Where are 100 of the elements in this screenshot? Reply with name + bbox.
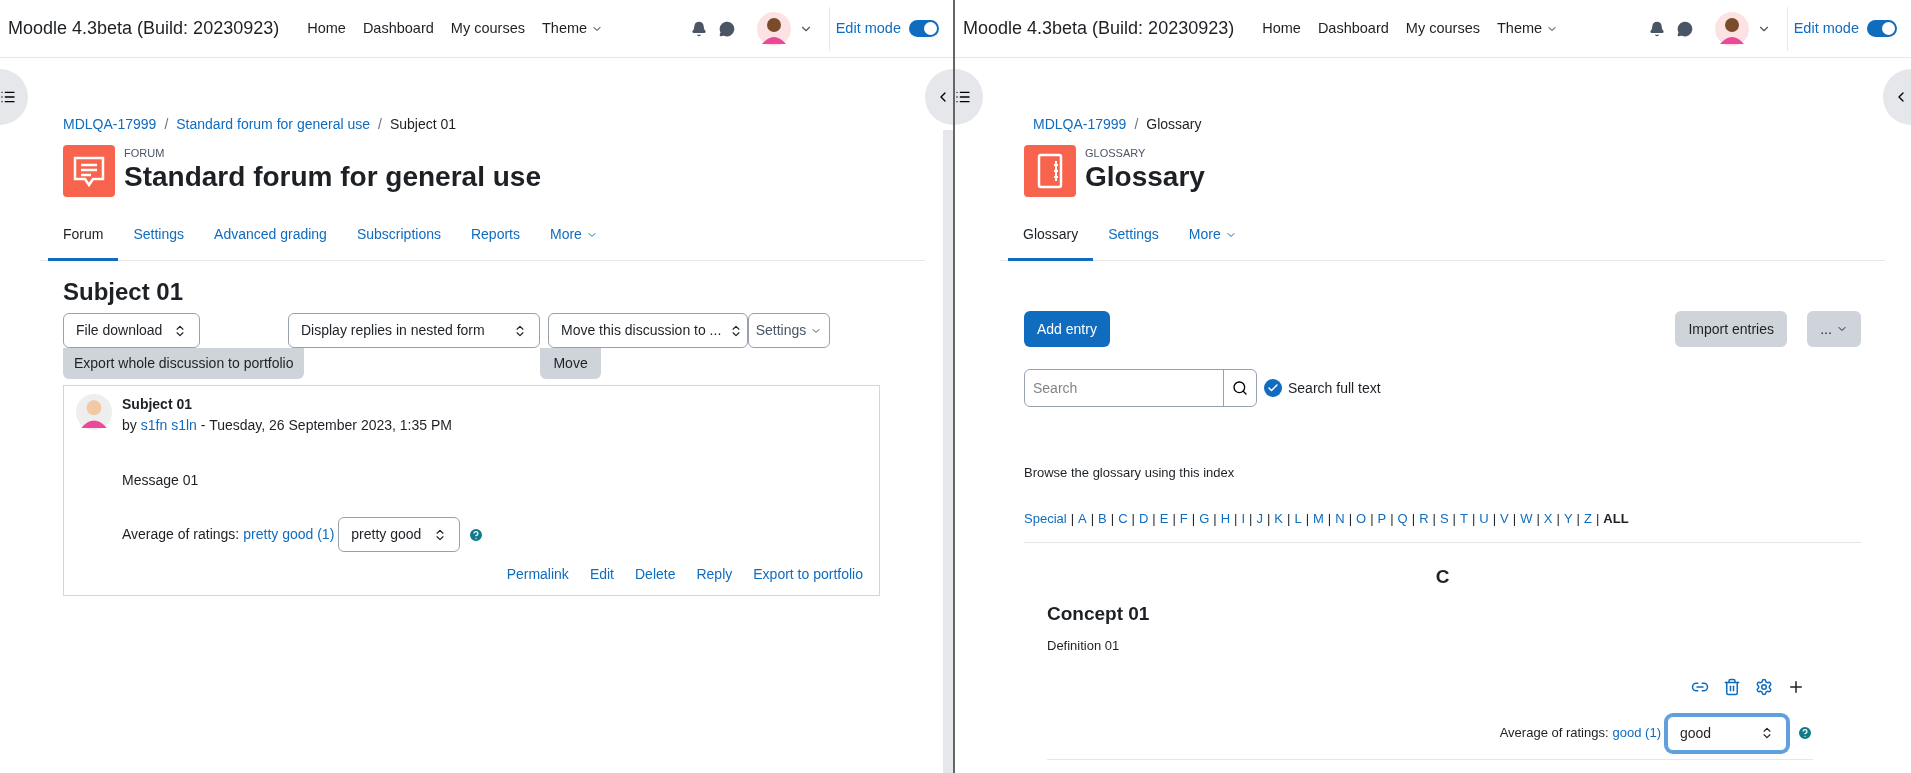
add-entry-button[interactable]: Add entry (1024, 311, 1110, 347)
index-letter-link[interactable]: B (1098, 508, 1107, 528)
discussion-title: Subject 01 (63, 277, 185, 307)
nav-tab[interactable]: Settings (118, 211, 200, 261)
index-letter-link[interactable]: X (1543, 508, 1553, 528)
author-link[interactable]: s1fn s1ln (140, 415, 197, 436)
check-icon (1267, 382, 1279, 394)
post-subject: Subject 01 (122, 395, 194, 414)
nav-link[interactable]: Theme (1496, 17, 1559, 40)
nav-tab[interactable]: Reports (455, 211, 535, 261)
rating-select[interactable]: good (1667, 715, 1787, 751)
index-letter-link[interactable]: D (1138, 508, 1149, 528)
trash-icon[interactable] (1723, 677, 1741, 696)
index-letter-link[interactable]: S (1439, 508, 1449, 528)
nav-link[interactable]: Theme (541, 17, 604, 40)
index-letter-link[interactable]: E (1159, 508, 1169, 528)
nav-tab[interactable]: Settings (1093, 211, 1174, 261)
help-icon[interactable] (468, 526, 485, 543)
index-letter-link[interactable]: K (1274, 508, 1283, 528)
nav-tab[interactable]: Glossary (1008, 211, 1094, 261)
edit-mode-toggle[interactable] (1867, 20, 1897, 37)
avatar-icon (756, 11, 791, 46)
index-letter-link[interactable]: V (1500, 508, 1509, 528)
post-action-link[interactable]: Permalink (506, 564, 569, 585)
index-letter-link[interactable]: Z (1583, 508, 1592, 528)
index-separator: | (1327, 509, 1332, 528)
move-discussion-select[interactable]: Move this discussion to ... (548, 313, 748, 348)
breadcrumb-link[interactable]: MDLQA-17999 (63, 114, 157, 135)
site-name[interactable]: Moodle 4.3beta (Build: 20230923) (963, 15, 1235, 42)
import-entries-button[interactable]: Import entries (1675, 311, 1787, 347)
index-separator: | (1556, 509, 1560, 528)
forum-icon (63, 145, 115, 197)
nav-tab[interactable]: Advanced grading (199, 211, 342, 261)
index-letter-link[interactable]: Q (1397, 508, 1408, 528)
avatar-icon (76, 394, 112, 430)
move-button[interactable]: Move (540, 348, 601, 379)
index-letter-link[interactable]: M (1313, 508, 1324, 528)
index-letter-link[interactable]: ALL (1603, 508, 1629, 528)
index-letter-link[interactable]: J (1256, 508, 1263, 528)
nav-link[interactable]: Home (1262, 17, 1301, 40)
site-name[interactable]: Moodle 4.3beta (Build: 20230923) (8, 15, 280, 42)
index-letter-link[interactable]: T (1459, 508, 1468, 528)
index-letter-link[interactable]: F (1179, 508, 1188, 528)
list-icon (0, 89, 16, 105)
activity-type-label: FORUM (124, 148, 166, 159)
post-action-link[interactable]: Export to portfolio (753, 564, 863, 585)
index-letter-link[interactable]: C (1118, 508, 1128, 528)
nav-tab[interactable]: More (535, 211, 613, 261)
index-separator: | (1390, 509, 1394, 528)
index-separator: | (1152, 509, 1156, 528)
index-separator: | (1266, 509, 1271, 528)
post-date: - Tuesday, 26 September 2023, 1:35 PM (200, 416, 452, 435)
nav-link[interactable]: Home (307, 17, 346, 40)
breadcrumb-link[interactable]: MDLQA-17999 (1033, 114, 1127, 135)
help-icon[interactable] (1797, 725, 1813, 741)
settings-menu-button[interactable]: Settings (748, 313, 830, 348)
index-letter-link[interactable]: U (1479, 508, 1489, 528)
settings-icon[interactable] (1755, 677, 1773, 696)
file-download-select[interactable]: File download (63, 313, 200, 348)
index-letter-link[interactable]: W (1520, 508, 1533, 528)
index-separator: | (1348, 509, 1353, 528)
more-actions-button[interactable]: ... (1807, 311, 1861, 347)
index-letter-link[interactable]: I (1241, 508, 1246, 528)
index-letter-link[interactable]: H (1220, 508, 1231, 528)
index-letter-link[interactable]: P (1377, 508, 1387, 528)
index-letter-link[interactable]: R (1419, 508, 1429, 528)
search-icon[interactable] (1232, 380, 1248, 396)
display-mode-select[interactable]: Display replies in nested form (288, 313, 540, 348)
ratings-link[interactable]: good (1) (1612, 723, 1661, 743)
rating-select[interactable]: pretty good (338, 517, 461, 552)
index-separator: | (1070, 509, 1075, 528)
index-letter-link[interactable]: L (1294, 508, 1302, 528)
nav-link[interactable]: Dashboard (1317, 17, 1389, 40)
nav-tab[interactable]: More (1173, 211, 1252, 261)
notifications-icon[interactable] (1648, 20, 1665, 37)
nav-link[interactable]: My courses (450, 17, 525, 40)
search-field[interactable]: Search (1024, 369, 1257, 407)
messages-icon[interactable] (1676, 20, 1693, 37)
nav-tab[interactable]: Forum (48, 211, 119, 261)
edit-mode-toggle[interactable] (909, 20, 939, 37)
index-letter-link[interactable]: Special (1024, 508, 1067, 528)
nav-link[interactable]: My courses (1405, 17, 1480, 40)
notifications-icon[interactable] (690, 20, 707, 37)
breadcrumb-link[interactable]: Standard forum for general use (176, 114, 371, 135)
index-letter-link[interactable]: N (1335, 508, 1345, 528)
post-action-link[interactable]: Edit (589, 564, 614, 585)
index-letter-link[interactable]: A (1078, 508, 1087, 528)
nav-tab[interactable]: Subscriptions (341, 211, 456, 261)
index-letter-link[interactable]: G (1199, 508, 1210, 528)
export-portfolio-button[interactable]: Export whole discussion to portfolio (63, 348, 305, 379)
post-action-link[interactable]: Delete (635, 564, 676, 585)
nav-link[interactable]: Dashboard (362, 17, 434, 40)
index-letter-link[interactable]: O (1356, 508, 1367, 528)
messages-icon[interactable] (718, 20, 735, 37)
index-separator: | (1370, 509, 1374, 528)
full-text-checkbox[interactable] (1264, 379, 1282, 397)
post-action-link[interactable]: Reply (696, 564, 733, 585)
ratings-link[interactable]: pretty good (1) (243, 524, 335, 545)
search-input[interactable]: Search (1025, 370, 1223, 406)
index-letter-link[interactable]: Y (1563, 508, 1573, 528)
